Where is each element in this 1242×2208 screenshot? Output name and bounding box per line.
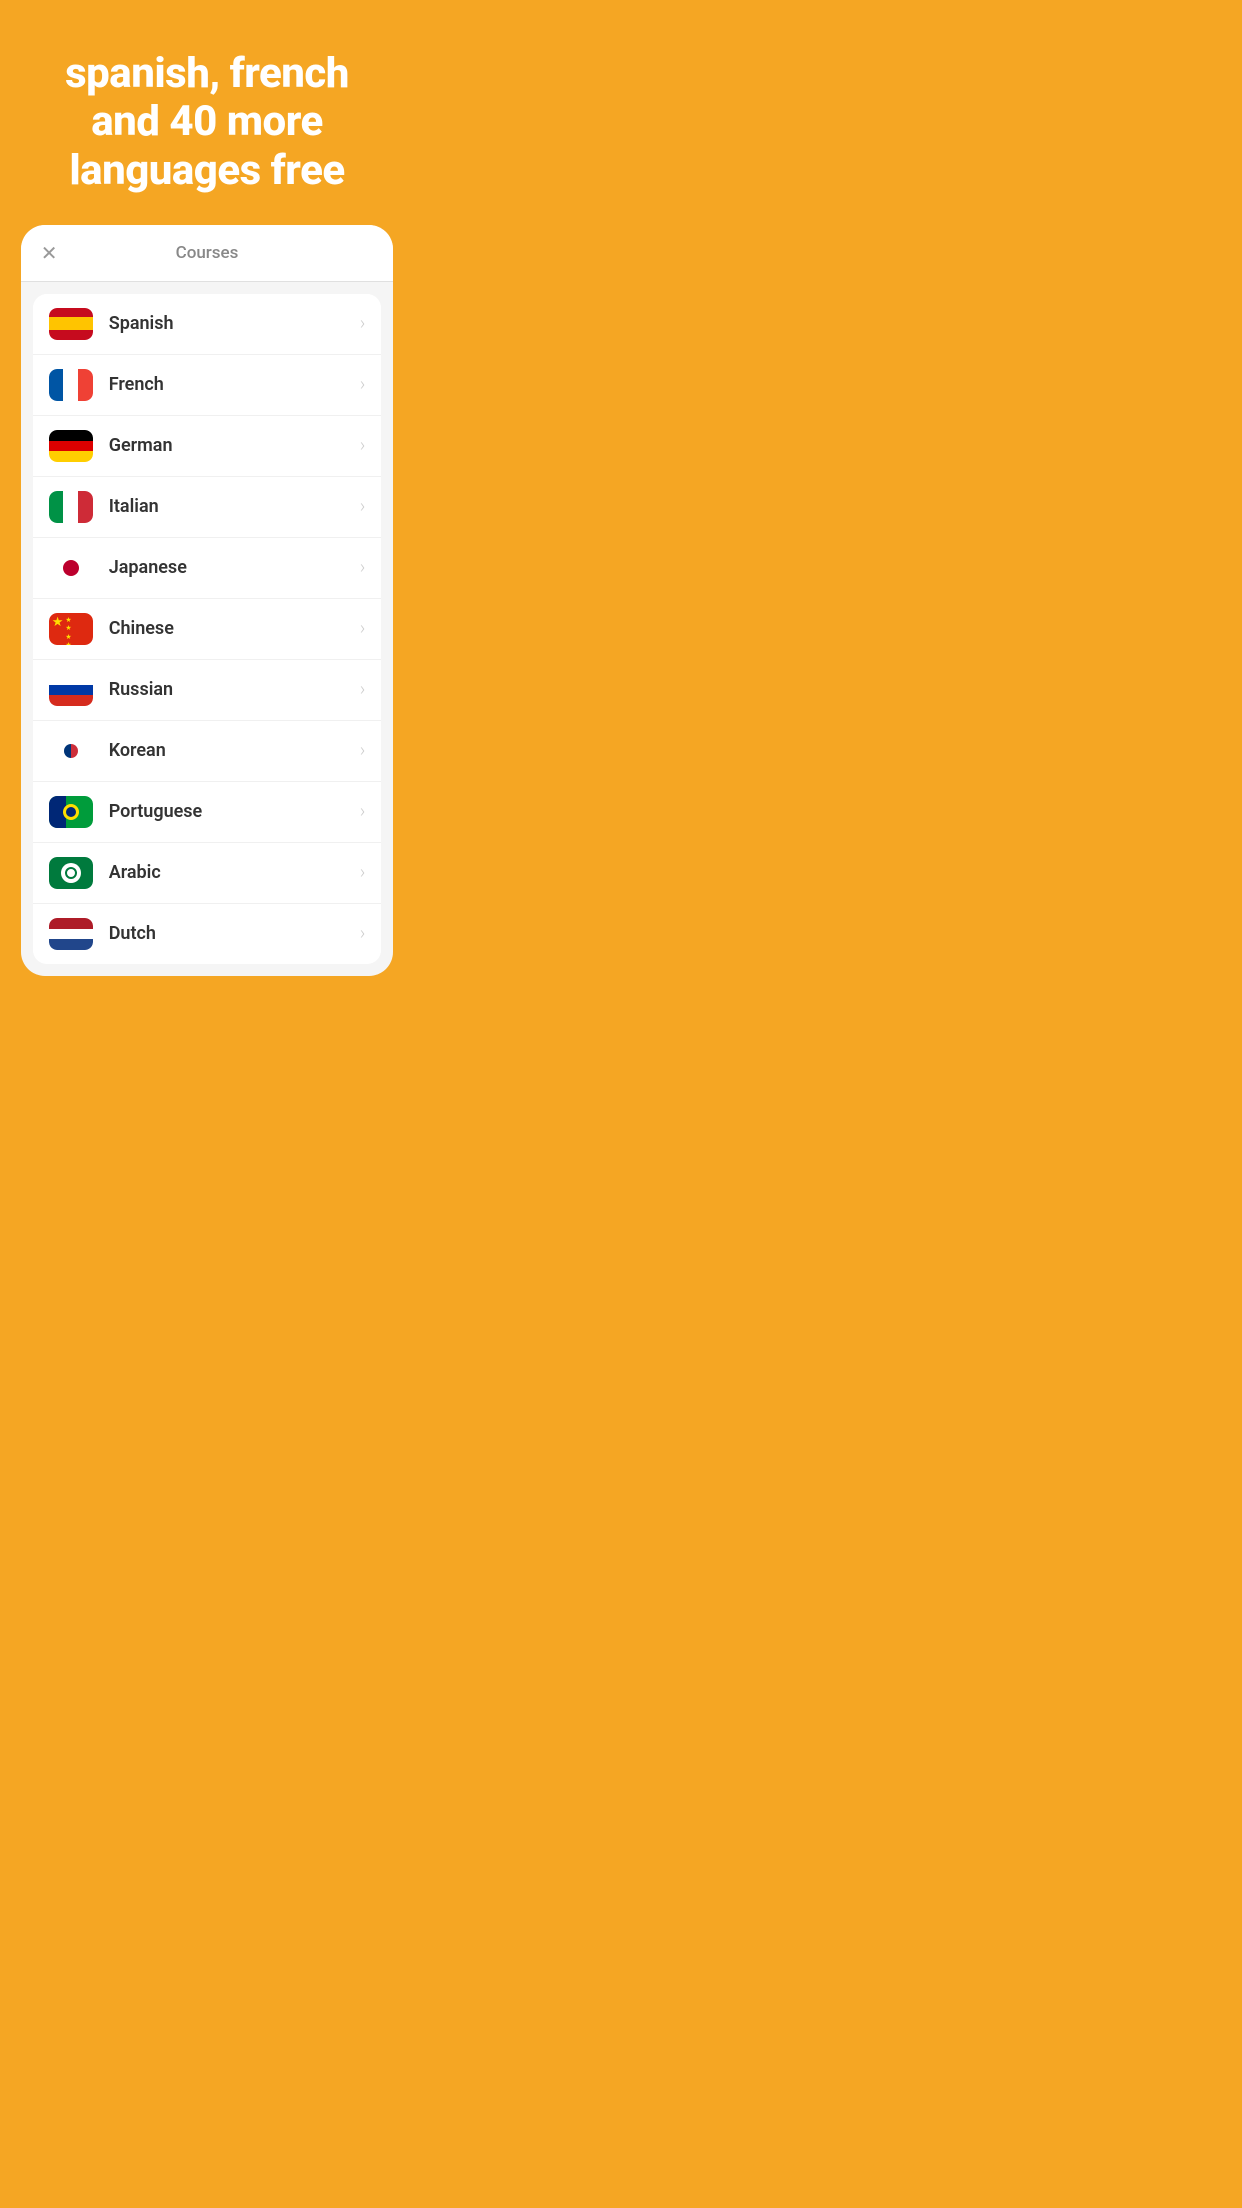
chevron-icon-italian: › (360, 496, 365, 517)
chevron-icon-spanish: › (360, 313, 365, 334)
language-item-chinese[interactable]: ★ ★ ★ ★ ★ Chinese › (33, 599, 382, 660)
language-name-portuguese: Portuguese (109, 801, 360, 822)
language-name-spanish: Spanish (109, 313, 360, 334)
language-name-japanese: Japanese (109, 557, 360, 578)
chevron-icon-dutch: › (360, 923, 365, 944)
flag-french (49, 369, 93, 401)
chevron-icon-japanese: › (360, 557, 365, 578)
language-name-italian: Italian (109, 496, 360, 517)
language-name-chinese: Chinese (109, 618, 360, 639)
language-list: Spanish › French › (33, 294, 382, 964)
language-item-arabic[interactable]: Arabic › (33, 843, 382, 904)
language-name-russian: Russian (109, 679, 360, 700)
flag-italian (49, 491, 93, 523)
language-item-german[interactable]: German › (33, 416, 382, 477)
chevron-icon-german: › (360, 435, 365, 456)
chevron-icon-arabic: › (360, 862, 365, 883)
language-item-italian[interactable]: Italian › (33, 477, 382, 538)
flag-portuguese (49, 796, 93, 828)
language-item-japanese[interactable]: Japanese › (33, 538, 382, 599)
flag-arabic (49, 857, 93, 889)
header-title: spanish, french and 40 more languages fr… (40, 50, 374, 195)
flag-korean (49, 735, 93, 767)
close-button[interactable]: ✕ (41, 243, 58, 263)
flag-russian (49, 674, 93, 706)
language-item-spanish[interactable]: Spanish › (33, 294, 382, 355)
courses-modal: ✕ Courses Spanish › (21, 225, 394, 976)
flag-chinese: ★ ★ ★ ★ ★ (49, 613, 93, 645)
flag-german (49, 430, 93, 462)
language-item-french[interactable]: French › (33, 355, 382, 416)
language-item-dutch[interactable]: Dutch › (33, 904, 382, 964)
language-name-korean: Korean (109, 740, 360, 761)
chevron-icon-korean: › (360, 740, 365, 761)
flag-spanish (49, 308, 93, 340)
language-name-german: German (109, 435, 360, 456)
chevron-icon-chinese: › (360, 618, 365, 639)
language-item-portuguese[interactable]: Portuguese › (33, 782, 382, 843)
language-name-arabic: Arabic (109, 862, 360, 883)
language-name-dutch: Dutch (109, 923, 360, 944)
language-name-french: French (109, 374, 360, 395)
language-item-korean[interactable]: Korean › (33, 721, 382, 782)
modal-header: ✕ Courses (21, 225, 394, 282)
chevron-icon-portuguese: › (360, 801, 365, 822)
language-item-russian[interactable]: Russian › (33, 660, 382, 721)
chevron-icon-french: › (360, 374, 365, 395)
chevron-icon-russian: › (360, 679, 365, 700)
flag-dutch (49, 918, 93, 950)
header-section: spanish, french and 40 more languages fr… (0, 0, 414, 225)
flag-japanese (49, 552, 93, 584)
modal-title: Courses (176, 243, 239, 263)
